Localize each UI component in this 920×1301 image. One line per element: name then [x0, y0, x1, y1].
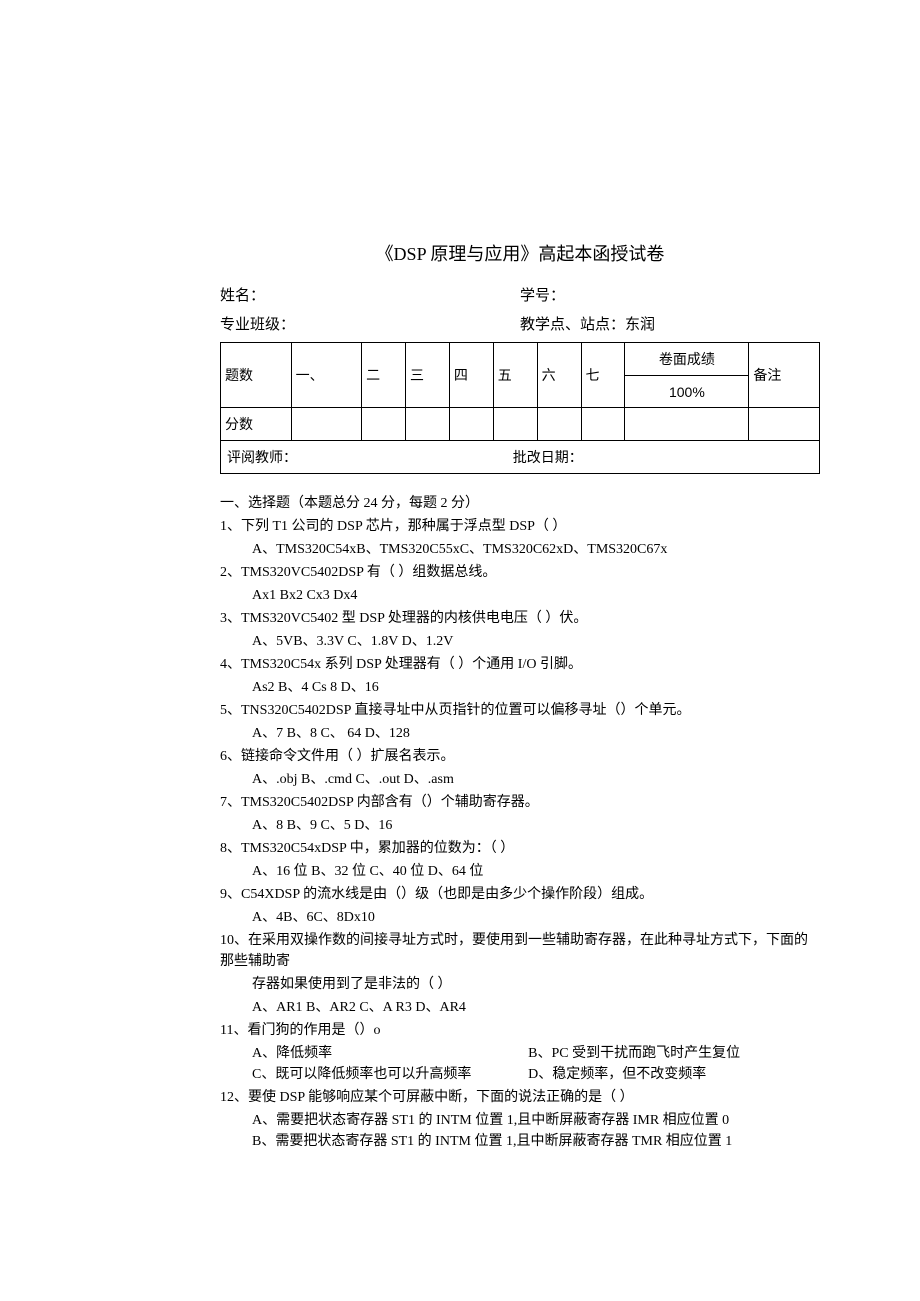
question-12: 12、要使 DSP 能够响应某个可屏蔽中断，下面的说法正确的是（ ） [220, 1087, 820, 1108]
question-2: 2、TMS320VC5402DSP 有（ ）组数据总线。 [220, 562, 820, 583]
score-cell [625, 408, 749, 441]
question-11-opt-a: A、降低频率 [252, 1043, 525, 1064]
site-label: 教学点、站点：东润 [520, 313, 820, 334]
question-12-opt-a: A、需要把状态寄存器 ST1 的 INTM 位置 1,且中断屏蔽寄存器 IMR … [220, 1110, 820, 1131]
table-row: 题数 一、 二 三 四 五 六 七 卷面成绩 备注 [221, 343, 820, 376]
question-1-options: A、TMS320C54xB、TMS320C55xC、TMS320C62xD、TM… [220, 539, 820, 560]
header-cell: 二 [362, 343, 406, 408]
question-9: 9、C54XDSP 的流水线是由（）级（也即是由多少个操作阶段）组成。 [220, 884, 820, 905]
reviewer-row: 评阅教师： 批改日期： [221, 441, 820, 474]
score-cell [581, 408, 625, 441]
question-11-opt-d: D、稳定频率，但不改变频率 [528, 1067, 706, 1082]
section-1-title: 一、选择题（本题总分 24 分，每题 2 分） [220, 492, 820, 512]
header-cell: 七 [581, 343, 625, 408]
header-cell: 四 [449, 343, 493, 408]
class-label: 专业班级： [220, 313, 520, 334]
header-cell: 五 [493, 343, 537, 408]
question-12-opt-b: B、需要把状态寄存器 ST1 的 INTM 位置 1,且中断屏蔽寄存器 TMR … [220, 1131, 820, 1152]
header-cell: 题数 [221, 343, 292, 408]
question-8: 8、TMS320C54xDSP 中，累加器的位数为：（ ） [220, 838, 820, 859]
question-5-options: A、7 B、8 C、 64 D、128 [220, 723, 820, 744]
percent-cell: 100% [625, 376, 749, 408]
question-11-row-1: A、降低频率 B、PC 受到干扰而跑飞时产生复位 [220, 1043, 820, 1064]
question-11: 11、看门狗的作用是（）o [220, 1020, 820, 1041]
header-cell: 卷面成绩 [625, 343, 749, 376]
question-7: 7、TMS320C5402DSP 内部含有（）个辅助寄存器。 [220, 792, 820, 813]
score-cell [449, 408, 493, 441]
question-4-options: As2 B、4 Cs 8 D、16 [220, 677, 820, 698]
score-cell [537, 408, 581, 441]
question-8-options: A、16 位 B、32 位 C、40 位 D、64 位 [220, 861, 820, 882]
question-11-opt-b: B、PC 受到干扰而跑飞时产生复位 [528, 1046, 740, 1061]
score-cell [291, 408, 362, 441]
question-6: 6、链接命令文件用（ ）扩展名表示。 [220, 746, 820, 767]
question-11-row-2: C、既可以降低频率也可以升高频率 D、稳定频率，但不改变频率 [220, 1064, 820, 1085]
question-10: 10、在采用双操作数的间接寻址方式时，要使用到一些辅助寄存器，在此种寻址方式下，… [220, 930, 820, 972]
header-cell: 六 [537, 343, 581, 408]
table-row: 评阅教师： 批改日期： [221, 441, 820, 474]
header-cell: 一、 [291, 343, 362, 408]
score-cell [493, 408, 537, 441]
question-9-options: A、4B、6C、8Dx10 [220, 907, 820, 928]
question-3: 3、TMS320VC5402 型 DSP 处理器的内核供电电压（ ）伏。 [220, 608, 820, 629]
reviewer-label: 评阅教师： [227, 447, 509, 467]
header-cell: 三 [406, 343, 450, 408]
question-1: 1、下列 T1 公司的 DSP 芯片，那种属于浮点型 DSP（ ） [220, 516, 820, 537]
header-cell: 备注 [749, 343, 820, 408]
page-title: 《DSP 原理与应用》高起本函授试卷 [220, 240, 820, 266]
question-10-cont: 存器如果使用到了是非法的（ ） [220, 974, 820, 995]
score-cell [362, 408, 406, 441]
question-2-options: Ax1 Bx2 Cx3 Dx4 [220, 585, 820, 606]
score-label: 分数 [221, 408, 292, 441]
score-cell [406, 408, 450, 441]
date-label: 批改日期： [513, 451, 583, 466]
question-10-options: A、AR1 B、AR2 C、A R3 D、AR4 [220, 997, 820, 1018]
name-label: 姓名： [220, 284, 520, 305]
question-6-options: A、.obj B、.cmd C、.out D、.asm [220, 769, 820, 790]
table-row: 分数 [221, 408, 820, 441]
info-row-2: 专业班级： 教学点、站点：东润 [220, 313, 820, 334]
question-4: 4、TMS320C54x 系列 DSP 处理器有（ ）个通用 I/O 引脚。 [220, 654, 820, 675]
question-5: 5、TNS320C5402DSP 直接寻址中从页指针的位置可以偏移寻址（）个单元… [220, 700, 820, 721]
score-cell [749, 408, 820, 441]
score-table: 题数 一、 二 三 四 五 六 七 卷面成绩 备注 100% 分数 评阅教师： … [220, 342, 820, 474]
question-11-opt-c: C、既可以降低频率也可以升高频率 [252, 1064, 525, 1085]
question-7-options: A、8 B、9 C、5 D、16 [220, 815, 820, 836]
question-3-options: A、5VB、3.3V C、1.8V D、1.2V [220, 631, 820, 652]
id-label: 学号： [520, 284, 820, 305]
info-row-1: 姓名： 学号： [220, 284, 820, 305]
